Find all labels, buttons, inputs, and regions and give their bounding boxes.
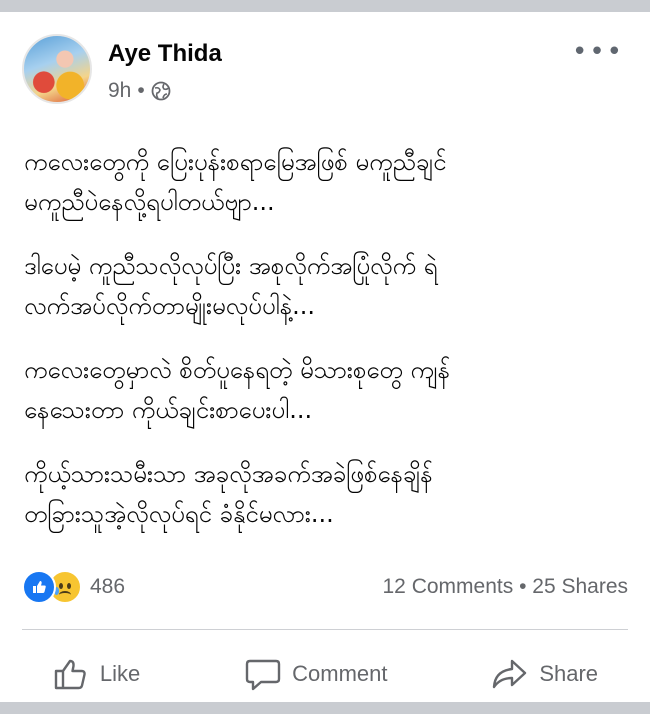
post-paragraph: ကလေးတွေမှာလဲ စိတ်ပူနေရတဲ့ မိသားစုတွေ ကျန…: [24, 356, 451, 424]
counts-separator: •: [519, 575, 527, 598]
like-label: Like: [99, 661, 141, 686]
reactions-summary[interactable]: 486: [22, 570, 125, 604]
post-body: ကလေးတွေကို ပြေးပုန်းစရာမြေအဖြစ် မကူညီချင…: [24, 142, 630, 558]
comment-bubble-icon: [245, 659, 281, 691]
share-label: Share: [539, 661, 599, 686]
post-card: Aye Thida 9h • ••• ကလေးတွေကို ပြေးပုန်းစ…: [0, 12, 650, 702]
avatar[interactable]: [22, 34, 92, 104]
post-meta: 9h •: [108, 79, 171, 103]
engagement-counts: 12 Comments • 25 Shares: [383, 575, 629, 599]
comment-label: Comment: [292, 661, 388, 686]
meta-separator: •: [137, 79, 145, 102]
action-bar: Like Comment Share: [0, 642, 650, 706]
globe-icon[interactable]: [151, 81, 171, 101]
share-button[interactable]: Share: [491, 655, 598, 693]
reaction-count: 486: [90, 575, 126, 598]
author-name[interactable]: Aye Thida: [108, 40, 222, 68]
post-paragraph: ဒါပေမဲ့ ကူညီသလိုလုပ်ပြီး အစုလိုက်အပြုံလိ…: [24, 252, 438, 320]
reaction-icons: [22, 570, 82, 604]
more-options-icon[interactable]: •••: [572, 39, 624, 65]
post-header: Aye Thida 9h • •••: [22, 34, 632, 114]
post-stats: 486 12 Comments • 25 Shares: [22, 567, 628, 607]
share-arrow-icon: [493, 659, 527, 689]
thumbs-up-icon: [54, 659, 86, 690]
post-time[interactable]: 9h: [108, 79, 131, 103]
comments-count[interactable]: 12 Comments: [383, 575, 514, 598]
post-paragraph: ကိုယ့်သားသမီးသာ အခုလိုအခက်အခဲဖြစ်နေချိန်…: [24, 460, 433, 528]
comment-button[interactable]: Comment: [244, 655, 387, 693]
like-button[interactable]: Like: [52, 655, 140, 693]
divider: [22, 629, 628, 630]
like-icon: [22, 570, 56, 604]
post-paragraph: ကလေးတွေကို ပြေးပုန်းစရာမြေအဖြစ် မကူညီချင…: [24, 148, 447, 216]
shares-count[interactable]: 25 Shares: [532, 575, 628, 598]
